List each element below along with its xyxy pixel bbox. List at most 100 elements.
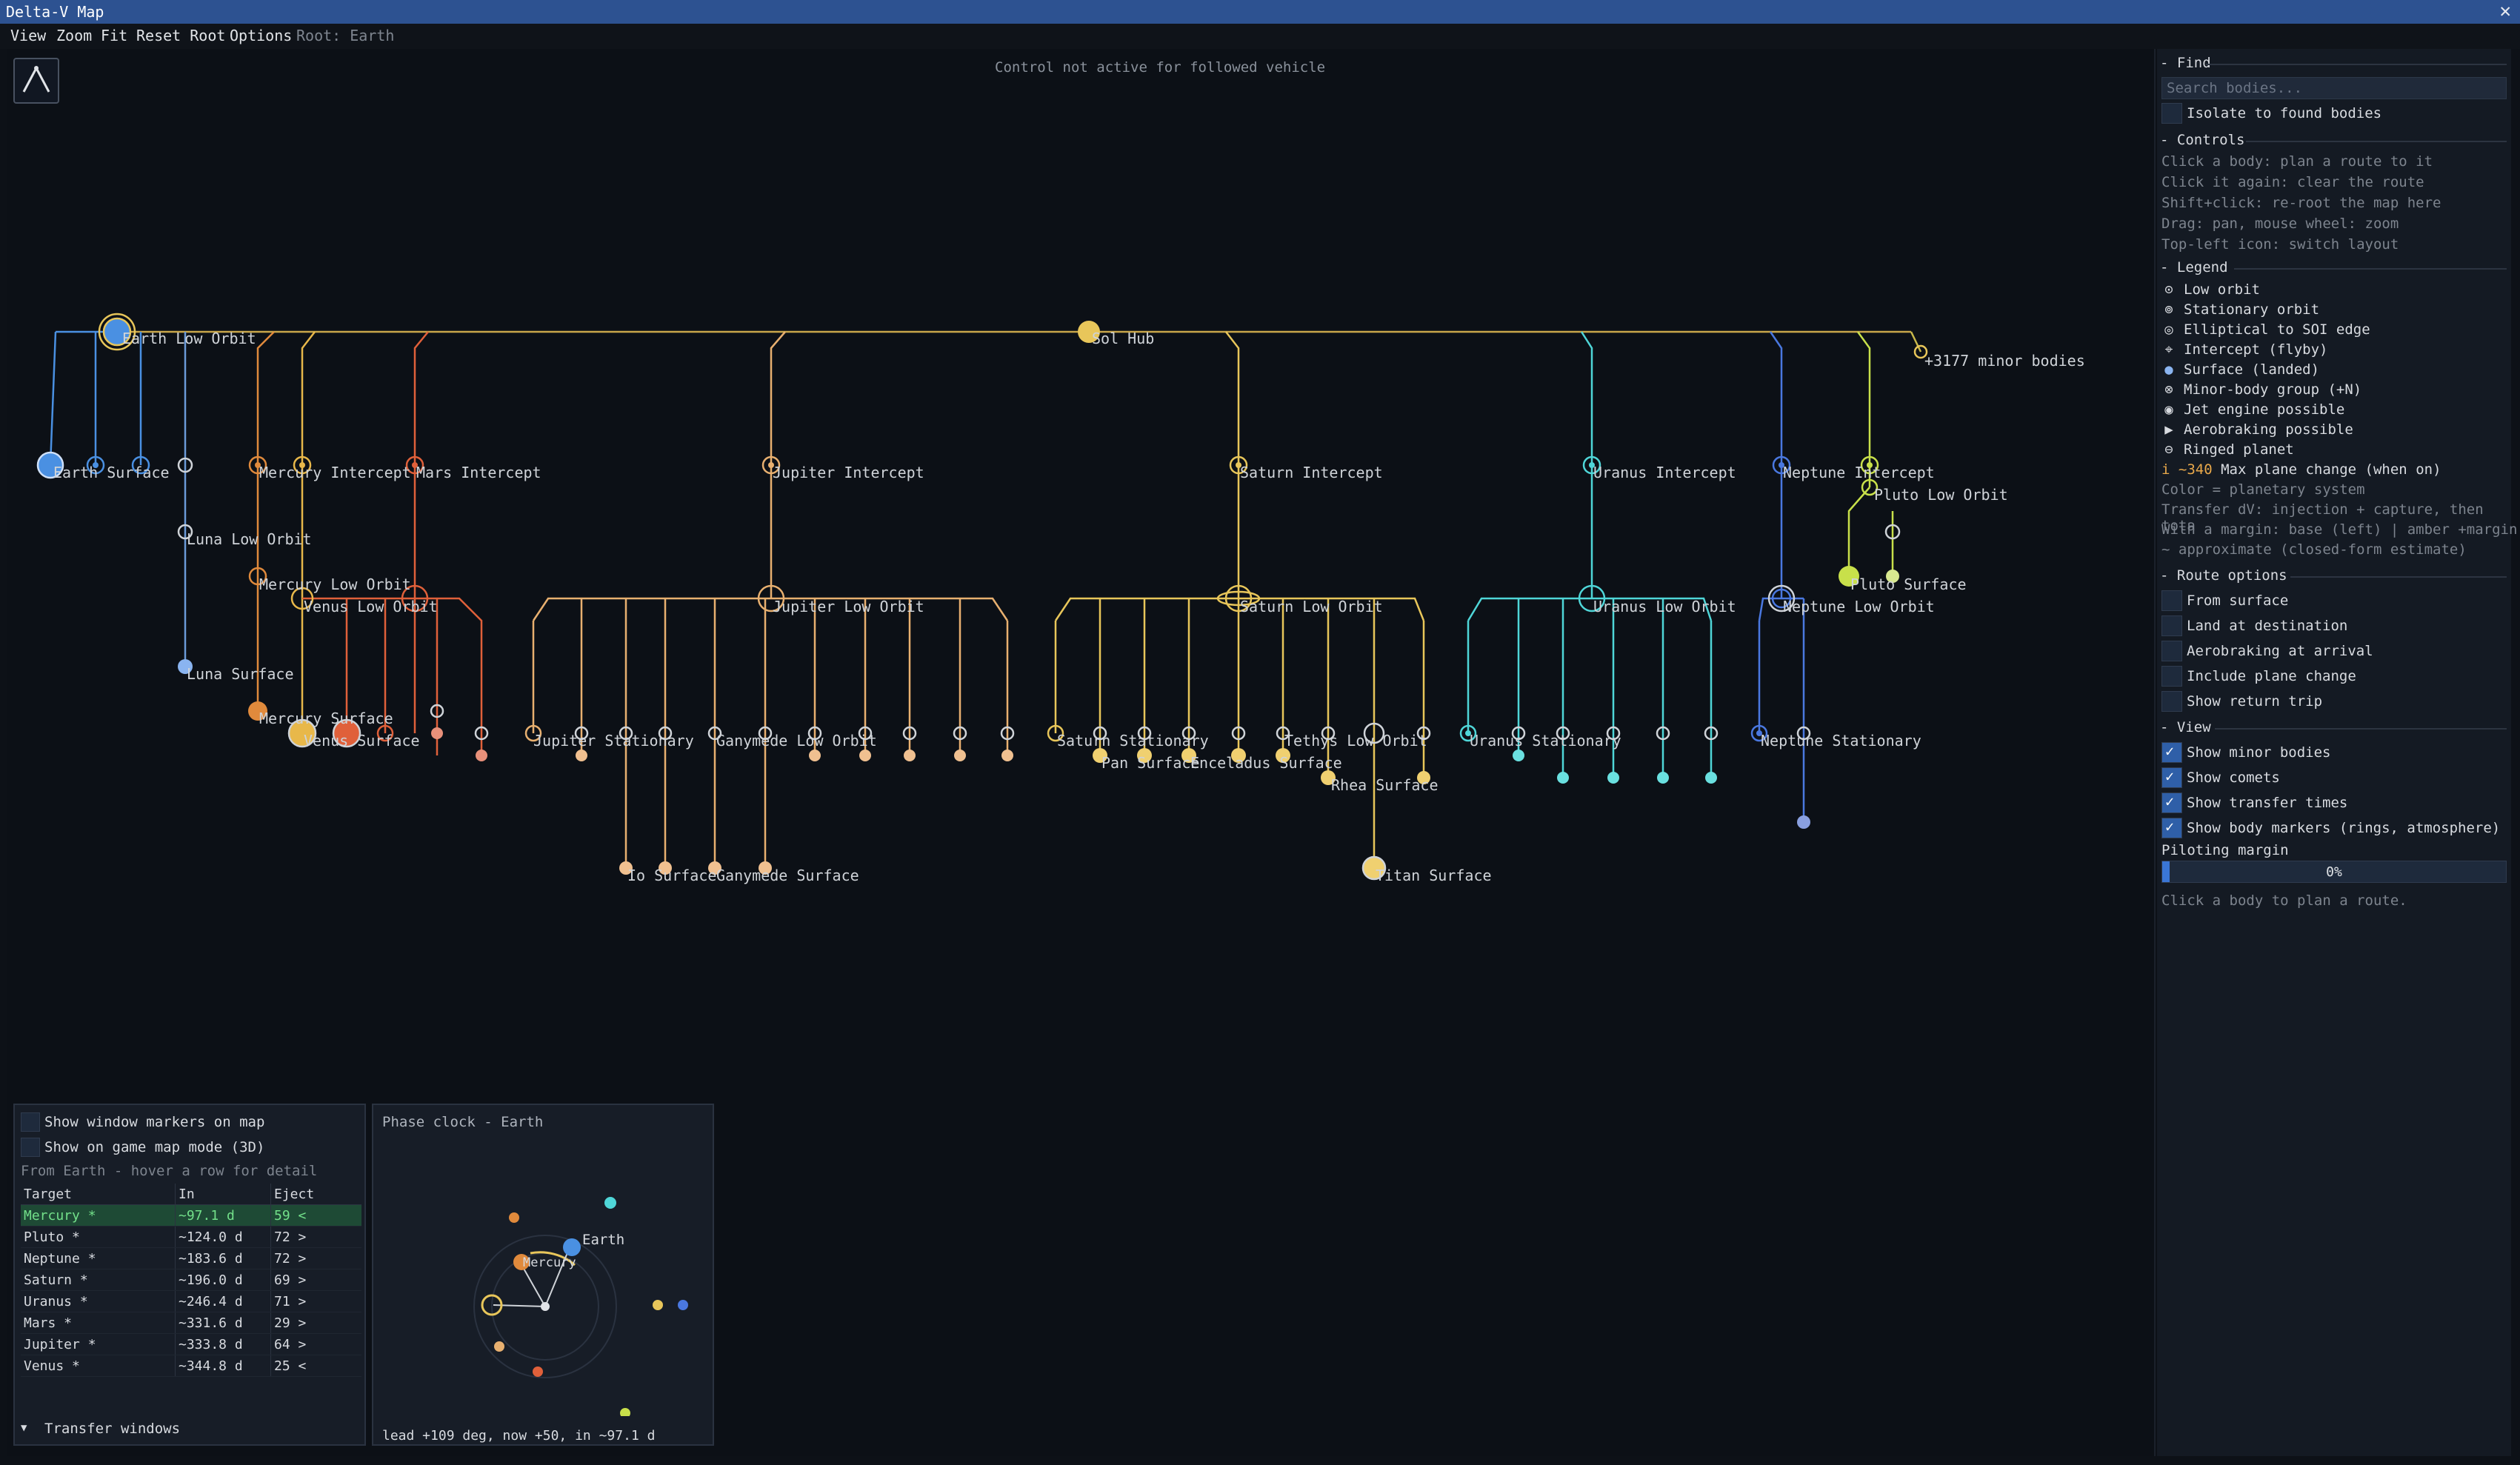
- node-ganymede-surface[interactable]: Ganymede Surface: [716, 867, 859, 884]
- node-saturn-low-orbit[interactable]: Saturn Low Orbit: [1240, 598, 1383, 615]
- game-map-label: Show on game map mode (3D): [44, 1139, 265, 1155]
- node-rhea-surface[interactable]: Rhea Surface: [1331, 776, 1439, 794]
- node-mars-intercept[interactable]: Mars Intercept: [416, 464, 541, 481]
- collapse-icon[interactable]: ▼: [21, 1422, 27, 1434]
- node-mercury-intercept[interactable]: Mercury Intercept: [259, 464, 411, 481]
- phase-clock-title: Phase clock - Earth: [382, 1114, 544, 1130]
- node-luna-surface[interactable]: Luna Surface: [187, 665, 294, 683]
- node-venus-surface[interactable]: Venus Surface: [304, 732, 420, 750]
- table-row[interactable]: Saturn * ~196.0 d 69 >: [21, 1269, 361, 1291]
- legend-item: ◎ Elliptical to SOI edge: [2161, 321, 2370, 338]
- table-row[interactable]: Mars * ~331.6 d 29 >: [21, 1312, 361, 1334]
- node-neptune-stationary[interactable]: Neptune Stationary: [1761, 732, 1921, 750]
- node-titan-surface[interactable]: Titan Surface: [1376, 867, 1492, 884]
- stationary-orbit-icon: ⊚: [2164, 301, 2173, 318]
- node-earth-surface[interactable]: Earth Surface: [53, 464, 170, 481]
- transfer-table: Target In Eject Mercury * ~97.1 d 59 < Plu…: [21, 1184, 361, 1377]
- delta-v-graph[interactable]: Earth Low Orbit Sol Hub +3177 minor bodi…: [0, 0, 2148, 963]
- node-pluto-surface[interactable]: Pluto Surface: [1850, 575, 1967, 593]
- legend-item: ⊖ Ringed planet: [2161, 441, 2293, 458]
- table-row[interactable]: Jupiter * ~333.8 d 64 >: [21, 1333, 361, 1355]
- node-uranus-low-orbit[interactable]: Uranus Low Orbit: [1593, 598, 1736, 615]
- legend-item: ◉ Jet engine possible: [2161, 401, 2344, 418]
- find-title: Find: [2176, 55, 2211, 71]
- divider: [2290, 576, 2507, 578]
- land-at-destination-checkbox[interactable]: [2161, 615, 2182, 636]
- table-row[interactable]: Neptune * ~183.6 d 72 >: [21, 1247, 361, 1269]
- show-comets-checkbox[interactable]: [2161, 767, 2182, 788]
- show-minor-bodies-checkbox[interactable]: [2161, 742, 2182, 763]
- node-jupiter-stationary[interactable]: Jupiter Stationary: [533, 732, 694, 750]
- node-io-surface[interactable]: Io Surface: [627, 867, 716, 884]
- show-comets-label: Show comets: [2187, 770, 2280, 786]
- section-find[interactable]: - Find: [2160, 55, 2211, 71]
- controls-hint: Top-left icon: switch layout: [2161, 236, 2399, 253]
- node-neptune-intercept[interactable]: Neptune Intercept: [1783, 464, 1935, 481]
- node-neptune-low-orbit[interactable]: Neptune Low Orbit: [1783, 598, 1935, 615]
- surface-icon: ●: [2164, 361, 2173, 378]
- node-uranus-stationary[interactable]: Uranus Stationary: [1470, 732, 1621, 750]
- node-enceladus-surface[interactable]: Enceladus Surface: [1190, 754, 1342, 772]
- legend-note: ~ approximate (closed-form estimate): [2161, 541, 2467, 558]
- node-ganymede-low-orbit[interactable]: Ganymede Low Orbit: [716, 732, 877, 750]
- legend-title: Legend: [2176, 259, 2228, 276]
- low-orbit-icon: ⊙: [2164, 281, 2173, 298]
- elliptical-icon: ◎: [2164, 321, 2173, 338]
- node-venus-low-orbit[interactable]: Venus Low Orbit: [304, 598, 438, 615]
- section-legend[interactable]: - Legend: [2160, 259, 2228, 276]
- node-luna-low-orbit[interactable]: Luna Low Orbit: [187, 530, 312, 548]
- aerobraking-icon: ▶: [2164, 421, 2173, 438]
- piloting-margin-slider[interactable]: 0%: [2161, 861, 2507, 883]
- section-view[interactable]: - View: [2160, 719, 2211, 735]
- node-saturn-stationary[interactable]: Saturn Stationary: [1057, 732, 1209, 750]
- divider: [2234, 268, 2507, 270]
- window-markers-label: Show window markers on map: [44, 1114, 265, 1130]
- node-mercury-surface[interactable]: Mercury Surface: [259, 710, 393, 727]
- section-route-options[interactable]: - Route options: [2160, 567, 2287, 584]
- from-hint: From Earth - hover a row for detail: [21, 1163, 318, 1179]
- node-saturn-intercept[interactable]: Saturn Intercept: [1240, 464, 1383, 481]
- table-row[interactable]: Pluto * ~124.0 d 72 >: [21, 1226, 361, 1248]
- phase-earth-label: Earth: [582, 1232, 624, 1248]
- from-surface-checkbox[interactable]: [2161, 590, 2182, 611]
- divider: [2206, 64, 2507, 65]
- show-body-markers-checkbox[interactable]: [2161, 818, 2182, 838]
- node-mercury-low-orbit[interactable]: Mercury Low Orbit: [259, 575, 411, 593]
- game-map-checkbox[interactable]: [21, 1138, 40, 1157]
- table-row[interactable]: Mercury * ~97.1 d 59 <: [21, 1204, 361, 1227]
- table-row[interactable]: Venus * ~344.8 d 25 <: [21, 1355, 361, 1377]
- divider: [2215, 728, 2507, 730]
- isolate-label: Isolate to found bodies: [2187, 105, 2382, 121]
- legend-item: ⊙ Low orbit: [2161, 281, 2260, 298]
- section-controls[interactable]: - Controls: [2160, 132, 2244, 148]
- node-tethys-low-orbit[interactable]: Tethys Low Orbit: [1284, 732, 1427, 750]
- node-earth-low-orbit[interactable]: Earth Low Orbit: [122, 330, 256, 347]
- show-transfer-times-checkbox[interactable]: [2161, 792, 2182, 813]
- node-minor-bodies[interactable]: +3177 minor bodies: [1924, 352, 2085, 370]
- col-target: Target: [21, 1184, 176, 1205]
- node-jupiter-low-orbit[interactable]: Jupiter Low Orbit: [773, 598, 924, 615]
- legend-item: ⌖ Intercept (flyby): [2161, 341, 2328, 358]
- node-uranus-intercept[interactable]: Uranus Intercept: [1593, 464, 1736, 481]
- node-sol-hub[interactable]: Sol Hub: [1092, 330, 1154, 347]
- window-markers-checkbox[interactable]: [21, 1112, 40, 1132]
- jet-engine-icon: ◉: [2164, 401, 2173, 418]
- node-pluto-low-orbit[interactable]: Pluto Low Orbit: [1874, 486, 2008, 504]
- phase-clock-diagram: Earth Mercury: [473, 1197, 688, 1416]
- isolate-checkbox[interactable]: [2161, 103, 2182, 124]
- controls-hint: Click it again: clear the route: [2161, 174, 2424, 190]
- plane-change-checkbox[interactable]: [2161, 666, 2182, 687]
- col-in: In: [175, 1184, 271, 1205]
- controls-title: Controls: [2176, 132, 2245, 148]
- aerobraking-checkbox[interactable]: [2161, 641, 2182, 661]
- node-jupiter-intercept[interactable]: Jupiter Intercept: [773, 464, 924, 481]
- return-trip-checkbox[interactable]: [2161, 691, 2182, 712]
- node-pan-surface[interactable]: Pan Surface: [1101, 754, 1199, 772]
- phase-clock-panel: Phase clock - Earth Earth Mercury lead +…: [372, 1104, 714, 1446]
- close-icon[interactable]: ✕: [2499, 0, 2511, 22]
- search-input[interactable]: Search bodies...: [2161, 77, 2507, 99]
- transfer-windows-title[interactable]: Transfer windows: [44, 1421, 180, 1437]
- col-eject: Eject: [270, 1184, 361, 1205]
- table-row[interactable]: Uranus * ~246.4 d 71 >: [21, 1290, 361, 1312]
- ringed-planet-icon: ⊖: [2164, 441, 2173, 458]
